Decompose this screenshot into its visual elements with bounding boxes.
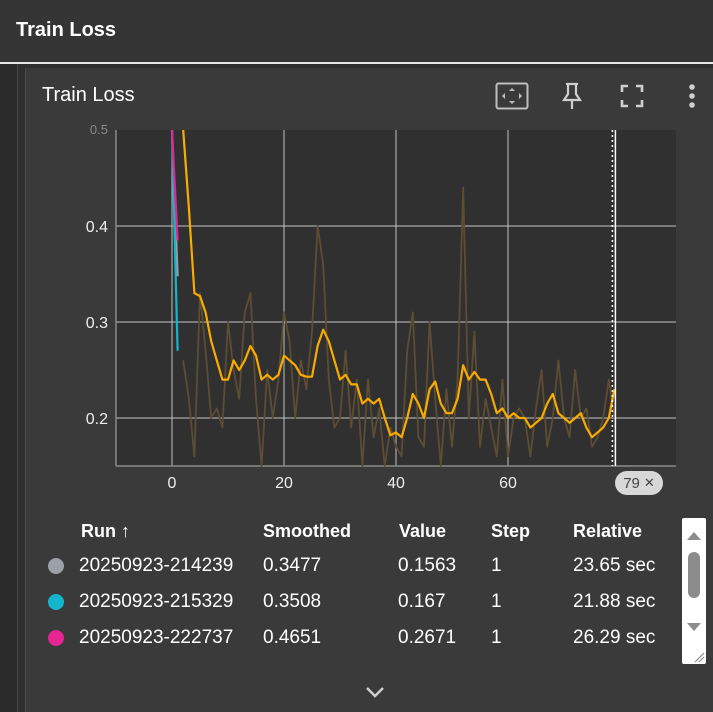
chart-card: Train Loss 0 20 40 60 0.2 0.3 0.4 0.5 79 ✕ Run … [25,68,713,712]
col-header-relative[interactable]: Relative [573,516,642,546]
y-tick-label: 0.2 [86,411,108,428]
close-icon[interactable]: ✕ [644,475,655,491]
run-name: 20250923-215329 [79,591,234,612]
fullscreen-button[interactable] [614,78,650,114]
fit-domain-icon [495,82,529,110]
step-value: 1 [491,591,502,612]
step-badge[interactable]: 79 ✕ [615,471,663,495]
x-tick-label: 20 [275,475,293,492]
loss-chart[interactable]: 0 20 40 60 0.2 0.3 0.4 0.5 [26,122,713,504]
run-color-dot [48,594,64,610]
run-color-dot [48,558,64,574]
resize-grip-icon[interactable] [693,651,705,663]
smoothed-value: 0.4651 [263,627,322,648]
relative-value: 26.29 sec [573,627,656,648]
scroll-thumb[interactable] [688,552,700,598]
chart-area[interactable]: 0 20 40 60 0.2 0.3 0.4 0.5 [26,122,713,504]
fullscreen-icon [620,84,644,108]
scroll-down-icon[interactable] [682,620,706,634]
run-color-dot [48,630,64,646]
y-tick-label: 0.3 [86,315,108,332]
x-tick-label: 40 [387,475,405,492]
smoothed-value: 0.3477 [263,555,322,576]
more-vert-icon [689,84,695,108]
legend-scrollbar[interactable] [682,518,706,664]
pin-button[interactable] [554,78,590,114]
raw-value: 0.167 [398,591,446,612]
y-tick-label-clipped: 0.5 [90,124,108,137]
col-header-run[interactable]: Run ↑ [81,516,130,546]
step-value: 1 [491,627,502,648]
relative-value: 23.65 sec [573,555,656,576]
col-header-value[interactable]: Value [399,516,446,546]
smoothed-value: 0.3508 [263,591,322,612]
section-title: Train Loss [16,19,117,41]
left-rail [0,64,18,712]
card-title: Train Loss [42,84,135,106]
section-header: Train Loss [0,0,713,64]
col-header-smoothed[interactable]: Smoothed [263,516,351,546]
step-value: 1 [491,555,502,576]
run-name: 20250923-214239 [79,555,234,576]
expand-button[interactable] [360,680,390,704]
chevron-down-icon [366,687,384,698]
x-tick-label: 0 [168,475,177,492]
col-header-step[interactable]: Step [491,516,530,546]
more-options-button[interactable] [674,78,710,114]
pin-icon [561,82,583,109]
y-tick-label: 0.4 [86,219,108,236]
raw-value: 0.2671 [398,627,457,648]
step-badge-label: 79 [623,474,640,492]
x-tick-label: 60 [499,475,517,492]
raw-value: 0.1563 [398,555,457,576]
relative-value: 21.88 sec [573,591,656,612]
run-name: 20250923-222737 [79,627,234,648]
scroll-up-icon[interactable] [682,528,706,542]
fit-domain-button[interactable] [494,78,530,114]
